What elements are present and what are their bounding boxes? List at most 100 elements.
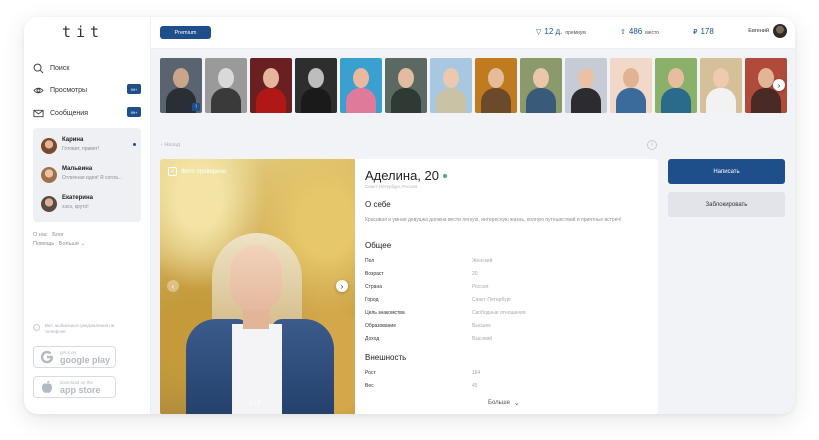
profile-card: ✓ Фото проверено ‹ › 1 / 3 Аделина, 20 С… [160, 159, 658, 414]
google-play-button[interactable]: get it on google play [33, 346, 116, 368]
thumbnail-body [706, 88, 736, 113]
thumbnail-face [353, 68, 369, 88]
mobile-notifications-toggle[interactable]: Вкл. мобильные уведомления на телефоне [33, 323, 123, 335]
chat-message: Готовит, привет! [62, 146, 100, 152]
show-more-button[interactable]: Больше ⌄ [488, 399, 520, 407]
premium-days-stat[interactable]: ▽ 12 д. премиум [536, 27, 586, 36]
photo-prev-button[interactable]: ‹ [167, 280, 179, 292]
chat-item-malvina[interactable]: Мальвина Отличная идея! Я согла... [41, 165, 136, 185]
attribute-value: Высокий [472, 336, 493, 342]
premium-icon: ▽ [536, 29, 542, 36]
profile-thumbnail[interactable] [520, 58, 562, 113]
attribute-value: 45 [472, 383, 478, 389]
info-icon[interactable]: i [647, 140, 657, 150]
app-window: tit Поиск Просмотры 99+ Сообщения 99+ Ка… [24, 17, 795, 414]
rank-icon: ⇧ [620, 29, 626, 36]
stat-value: 486 [628, 27, 643, 36]
chat-name: Екатерина [62, 195, 93, 201]
profile-thumbnail[interactable] [565, 58, 607, 113]
link-blog[interactable]: Блог [52, 232, 64, 238]
attribute-value: 164 [472, 370, 481, 376]
chat-item-karina[interactable]: Карина Готовит, привет! [41, 136, 136, 156]
app-store-button[interactable]: download on the app store [33, 376, 116, 398]
premium-button[interactable]: Premium [160, 26, 211, 39]
sidebar-item-label: Поиск [50, 64, 70, 72]
unread-dot [133, 143, 136, 146]
attribute-key: Вес [365, 383, 374, 389]
attribute-value: Женский [472, 258, 493, 264]
stat-label: место [645, 30, 659, 36]
verified-label: Фото проверено [181, 168, 227, 175]
thumbnail-body [436, 88, 466, 113]
profile-thumbnail[interactable] [250, 58, 292, 113]
avatar [773, 24, 787, 38]
sidebar-item-messages[interactable]: Сообщения 99+ [33, 105, 141, 121]
write-message-button[interactable]: Написать [668, 159, 785, 184]
thumbnail-body [481, 88, 511, 113]
profile-thumbnail[interactable] [475, 58, 517, 113]
attribute-row: Цель знакомства Свободные отношения [365, 310, 645, 318]
profile-name: Аделина, 20 [365, 168, 439, 183]
profile-thumbnail[interactable] [700, 58, 742, 113]
balance-stat[interactable]: ₽ 178 [693, 27, 717, 36]
attribute-row: Доход Высокий [365, 336, 645, 344]
photo-subject-face [230, 245, 282, 311]
profile-thumbnail[interactable]: ↑ [160, 58, 202, 113]
sidebar-item-views[interactable]: Просмотры 99+ [33, 82, 141, 98]
profile-city: Санкт-Петербург, Россия [365, 184, 418, 189]
profile-thumbnail[interactable] [385, 58, 427, 113]
photo-counter: 1 / 3 [249, 401, 261, 407]
attribute-row: Пол Женский [365, 258, 645, 266]
thumbnail-body [301, 88, 331, 113]
profile-photo[interactable]: ✓ Фото проверено ‹ › 1 / 3 [160, 159, 355, 414]
google-play-text: get it on google play [60, 350, 110, 365]
profile-thumbnail[interactable] [610, 58, 652, 113]
attribute-row: Возраст 20 [365, 271, 645, 279]
attribute-row: Образование Высшее [365, 323, 645, 331]
google-play-icon [40, 350, 54, 364]
app-logo[interactable]: tit [62, 23, 104, 41]
chevron-left-icon: ‹ [161, 142, 163, 148]
thumbnail-body [211, 88, 241, 113]
sidebar-item-search[interactable]: Поиск [33, 60, 141, 76]
online-indicator [443, 173, 447, 178]
profile-thumbnail[interactable] [340, 58, 382, 113]
about-heading: О себе [365, 200, 391, 209]
link-about[interactable]: О нас [33, 232, 48, 238]
appearance-heading: Внешность [365, 353, 407, 362]
user-menu[interactable]: Евгений [748, 24, 787, 38]
photo-verified-badge: ✓ Фото проверено [168, 167, 226, 176]
back-link[interactable]: ‹ Назад [161, 142, 180, 148]
block-user-button[interactable]: Заблокировать [668, 192, 785, 217]
chat-message: хэхэ, круто! [62, 204, 89, 210]
app-store-text: download on the app store [60, 380, 101, 395]
thumbnail-face [623, 68, 639, 88]
profile-thumbnail[interactable] [295, 58, 337, 113]
thumbnail-body [616, 88, 646, 113]
rank-stat[interactable]: ⇧ 486 место [620, 27, 659, 36]
attribute-key: Страна [365, 284, 383, 290]
attribute-key: Доход [365, 336, 380, 342]
about-text: Красивая и умная девушка должна вести ле… [365, 217, 622, 223]
chat-item-ekaterina[interactable]: Екатерина хэхэ, круто! [41, 194, 136, 214]
top-bar: Premium ▽ 12 д. премиум ⇧ 486 место ₽ 17… [151, 17, 795, 49]
profile-thumbnail[interactable] [655, 58, 697, 113]
chat-list: Карина Готовит, привет! Мальвина Отлична… [33, 128, 141, 222]
link-help[interactable]: Помощь [33, 241, 54, 247]
upload-icon[interactable]: ↑ [192, 103, 200, 111]
store-line-2: app store [60, 384, 101, 395]
strip-next-button[interactable]: › [773, 79, 785, 91]
profile-thumbnail[interactable] [205, 58, 247, 113]
photo-next-button[interactable]: › [336, 280, 348, 292]
checkbox-icon [33, 324, 40, 331]
sidebar-item-label: Сообщения [50, 109, 88, 117]
chat-name: Карина [62, 137, 84, 143]
link-more[interactable]: Больше [59, 241, 79, 247]
store-line-2: google play [60, 354, 111, 365]
stat-value: 12 д. [544, 27, 563, 36]
more-label: Больше [488, 400, 510, 406]
profile-thumbnail[interactable] [430, 58, 472, 113]
attribute-row: Страна Россия [365, 284, 645, 292]
chat-message: Отличная идея! Я согла... [62, 175, 122, 181]
attribute-value: Высшее [472, 323, 492, 329]
